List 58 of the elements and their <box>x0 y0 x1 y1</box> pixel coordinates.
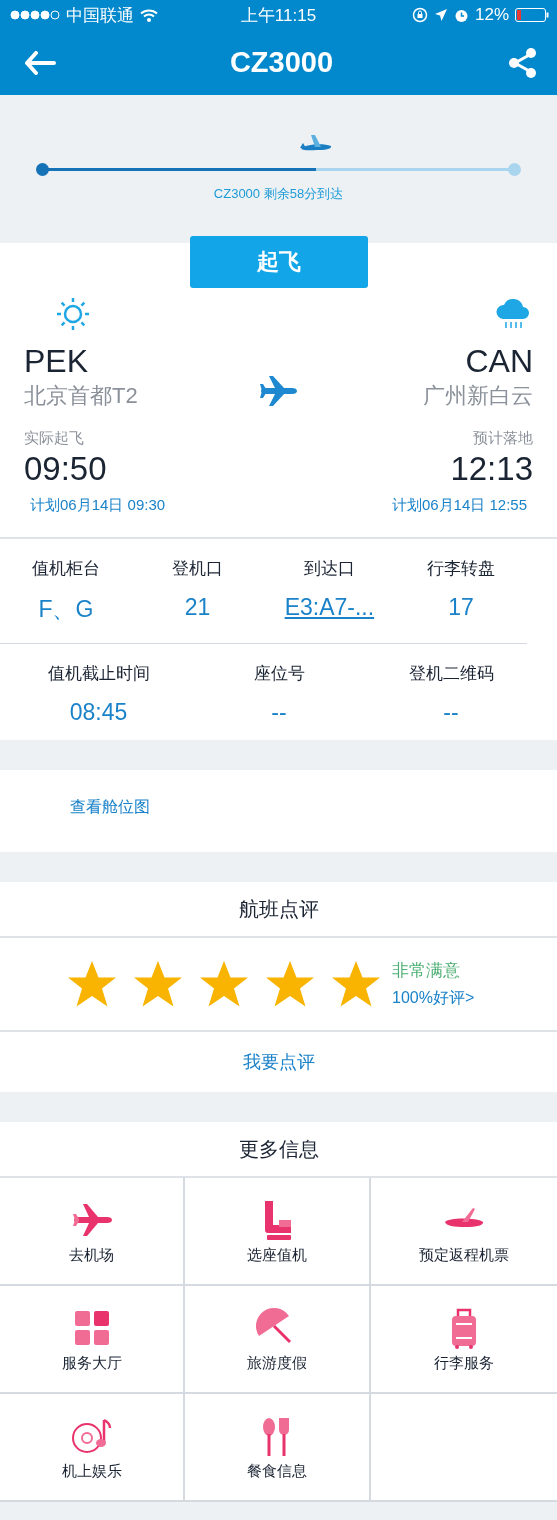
time-label: 实际起飞 <box>24 429 84 448</box>
info-value: 08:45 <box>69 699 128 726</box>
service-tile[interactable]: 预定返程机票 <box>371 1178 557 1284</box>
info-label: 值机截止时间 <box>47 663 150 685</box>
service-tile[interactable]: 机上娱乐 <box>0 1394 183 1500</box>
info-value: -- <box>271 699 287 726</box>
info-label: 座位号 <box>253 663 305 685</box>
star-icon <box>264 959 316 1009</box>
battery-icon <box>515 8 549 22</box>
info-value: F、G <box>38 595 94 624</box>
star-icon <box>330 959 382 1009</box>
alarm-icon <box>453 7 469 23</box>
arrival-time: 12:13 <box>450 450 533 488</box>
section-title: 航班点评 <box>238 896 319 922</box>
seat-map-link[interactable]: 查看舱位图 <box>70 798 150 815</box>
rating-text: 非常满意 <box>392 960 461 982</box>
info-label: 登机口 <box>172 558 224 580</box>
service-tile[interactable]: 行李服务 <box>371 1286 557 1392</box>
signal-icon <box>10 10 60 20</box>
service-tile[interactable]: 餐食信息 <box>185 1394 369 1500</box>
origin-dot <box>36 163 49 176</box>
info-label: 行李转盘 <box>427 558 496 580</box>
info-label: 登机二维码 <box>408 663 494 685</box>
info-link[interactable]: E3:A7-... <box>284 594 375 621</box>
scheduled-time: 计划06月14日 12:55 <box>390 496 528 515</box>
section-title: 更多信息 <box>238 1136 319 1162</box>
info-label: 到达口 <box>303 558 355 580</box>
airport-code: PEK <box>24 343 89 379</box>
star-icon <box>198 959 250 1009</box>
info-value: 17 <box>448 594 474 621</box>
clock-time: 上午11:15 <box>240 4 317 27</box>
share-button[interactable] <box>507 46 539 79</box>
time-label: 预计落地 <box>473 429 533 448</box>
airport-code: CAN <box>465 343 533 379</box>
write-review-button[interactable]: 我要点评 <box>236 1049 321 1075</box>
service-tile[interactable]: 选座值机 <box>185 1178 369 1284</box>
review-summary-link[interactable]: 100%好评> <box>392 988 475 1009</box>
service-tile[interactable]: 服务大厅 <box>0 1286 183 1392</box>
arrival-countdown: CZ3000 剩余58分到达 <box>212 185 345 203</box>
info-label: 值机柜台 <box>31 558 100 580</box>
service-tile[interactable]: 旅游度假 <box>185 1286 369 1392</box>
rotation-lock-icon <box>411 7 428 23</box>
info-value: 21 <box>184 594 211 621</box>
location-arrow-icon <box>433 8 448 22</box>
service-tile[interactable]: 去机场 <box>0 1178 183 1284</box>
star-icon <box>66 959 118 1009</box>
scheduled-time: 计划06月14日 09:30 <box>29 496 167 515</box>
battery-percent: 12% <box>474 5 509 25</box>
airport-name: 北京首都T2 <box>24 382 138 410</box>
back-button[interactable] <box>24 50 56 75</box>
star-icon <box>132 959 184 1009</box>
airport-name: 广州新白云 <box>423 382 533 410</box>
departure-time: 09:50 <box>24 450 107 488</box>
wifi-icon <box>140 8 158 22</box>
info-value: -- <box>443 699 459 726</box>
carrier-name: 中国联通 <box>66 4 134 27</box>
sun-icon <box>54 295 92 333</box>
flight-title: CZ3000 <box>229 46 334 79</box>
